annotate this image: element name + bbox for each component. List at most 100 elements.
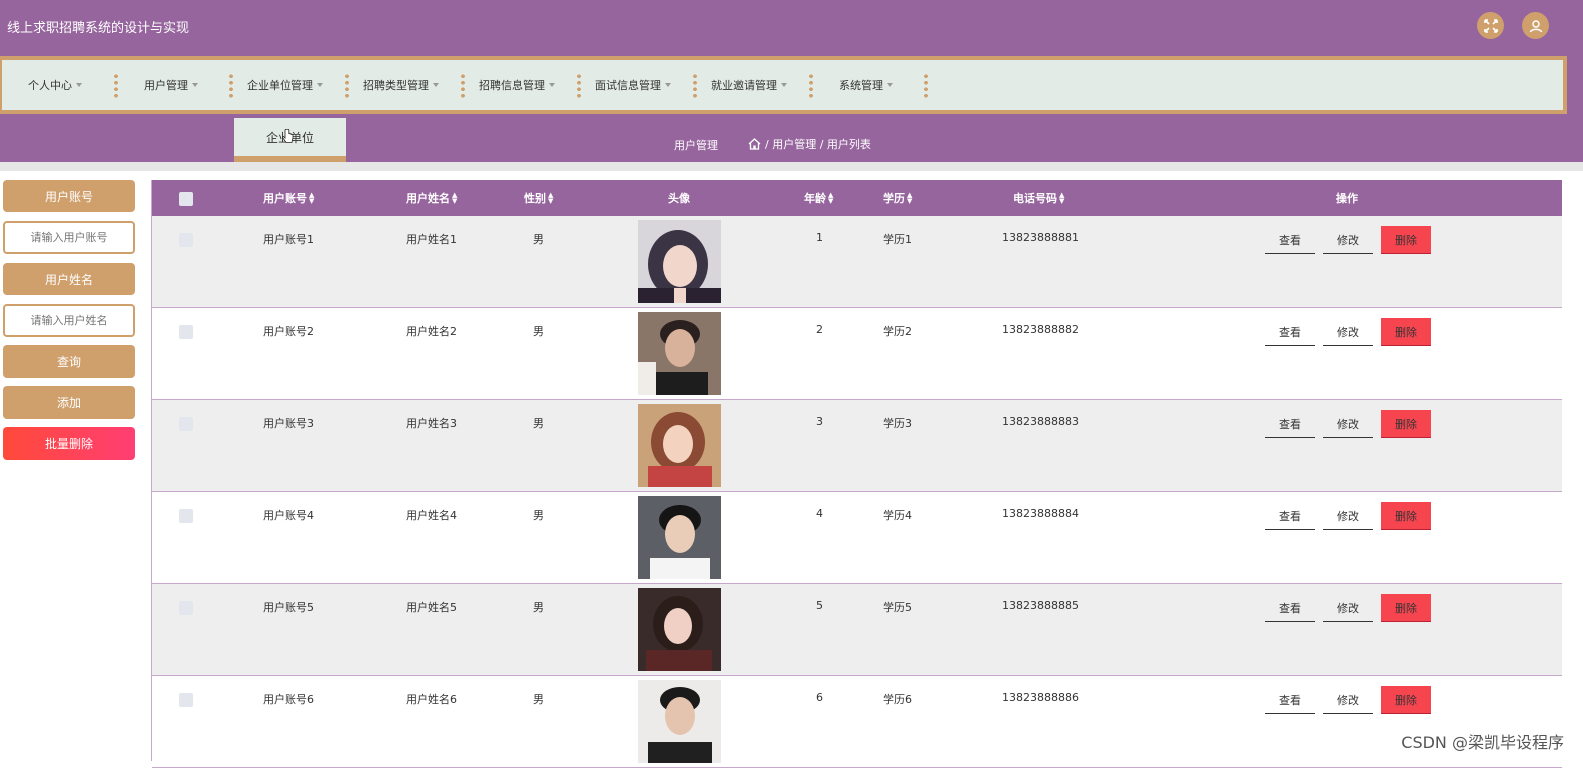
row-checkbox[interactable]: [179, 601, 193, 615]
view-button[interactable]: 查看: [1265, 502, 1315, 530]
fullscreen-icon[interactable]: [1477, 12, 1504, 39]
edit-button[interactable]: 修改: [1323, 226, 1373, 254]
cell-phone: 13823888885: [1002, 599, 1079, 612]
batch-delete-button[interactable]: 批量删除: [3, 427, 135, 460]
nav-item-interview-management[interactable]: 面试信息管理: [595, 60, 671, 110]
table-row: 用户账号3 用户姓名3 男 3 学历3 13823888883 查看 修改 删除: [152, 400, 1562, 492]
cell-age: 4: [816, 507, 823, 520]
cell-age: 6: [816, 691, 823, 704]
table-row: 用户账号4 用户姓名4 男 4 学历4 13823888884 查看 修改 删除: [152, 492, 1562, 584]
cell-account: 用户账号2: [263, 323, 314, 339]
cell-gender: 男: [533, 231, 544, 247]
page-title: 用户管理: [674, 137, 718, 153]
nav-item-personal-center[interactable]: 个人中心: [28, 60, 82, 110]
delete-button[interactable]: 删除: [1381, 686, 1431, 714]
cell-phone: 13823888884: [1002, 507, 1079, 520]
cell-name: 用户姓名5: [406, 599, 457, 615]
top-header: 线上求职招聘系统的设计与实现: [0, 0, 1583, 52]
nav-divider: [345, 73, 349, 99]
nav-item-employment-invitation-management[interactable]: 就业邀请管理: [711, 60, 787, 110]
edit-button[interactable]: 修改: [1323, 318, 1373, 346]
header-phone[interactable]: 电话号码▲▼: [1013, 180, 1064, 216]
tab-company[interactable]: 企业单位: [234, 118, 346, 162]
cell-name: 用户姓名1: [406, 231, 457, 247]
search-button[interactable]: 查询: [3, 345, 135, 378]
table-row: 用户账号5 用户姓名5 男 5 学历5 13823888885 查看 修改 删除: [152, 584, 1562, 676]
cell-education: 学历5: [883, 599, 912, 615]
account-label: 用户账号: [3, 180, 135, 212]
avatar: [638, 220, 721, 303]
hand-cursor-icon: [282, 129, 294, 145]
cell-education: 学历4: [883, 507, 912, 523]
user-icon[interactable]: [1522, 12, 1549, 39]
cell-age: 1: [816, 231, 823, 244]
view-button[interactable]: 查看: [1265, 686, 1315, 714]
breadcrumb-text: / 用户管理 / 用户列表: [765, 136, 871, 152]
cell-gender: 男: [533, 691, 544, 707]
nav-item-job-type-management[interactable]: 招聘类型管理: [363, 60, 439, 110]
view-button[interactable]: 查看: [1265, 226, 1315, 254]
header-age[interactable]: 年龄▲▼: [804, 180, 833, 216]
add-button[interactable]: 添加: [3, 386, 135, 419]
cell-gender: 男: [533, 323, 544, 339]
edit-button[interactable]: 修改: [1323, 502, 1373, 530]
cell-gender: 男: [533, 507, 544, 523]
edit-button[interactable]: 修改: [1323, 686, 1373, 714]
nav-item-system-management[interactable]: 系统管理: [839, 60, 893, 110]
delete-button[interactable]: 删除: [1381, 318, 1431, 346]
delete-button[interactable]: 删除: [1381, 594, 1431, 622]
row-checkbox[interactable]: [179, 417, 193, 431]
cell-phone: 13823888882: [1002, 323, 1079, 336]
header-gender[interactable]: 性别▲▼: [524, 180, 553, 216]
app-title: 线上求职招聘系统的设计与实现: [7, 17, 189, 36]
nav-item-job-info-management[interactable]: 招聘信息管理: [479, 60, 555, 110]
cell-account: 用户账号6: [263, 691, 314, 707]
row-checkbox[interactable]: [179, 693, 193, 707]
name-search-input[interactable]: [3, 304, 135, 337]
cell-age: 2: [816, 323, 823, 336]
sort-icon: ▲▼: [452, 192, 457, 204]
cell-name: 用户姓名3: [406, 415, 457, 431]
cell-phone: 13823888886: [1002, 691, 1079, 704]
row-checkbox[interactable]: [179, 509, 193, 523]
view-button[interactable]: 查看: [1265, 318, 1315, 346]
cell-phone: 13823888881: [1002, 231, 1079, 244]
sort-icon: ▲▼: [309, 192, 314, 204]
header-avatar: 头像: [668, 180, 690, 216]
watermark: CSDN @梁凯毕设程序: [1397, 729, 1568, 753]
nav-divider: [924, 73, 928, 99]
nav-item-user-management[interactable]: 用户管理: [144, 60, 198, 110]
cell-education: 学历3: [883, 415, 912, 431]
cell-gender: 男: [533, 415, 544, 431]
cell-education: 学历1: [883, 231, 912, 247]
view-button[interactable]: 查看: [1265, 410, 1315, 438]
account-search-input[interactable]: [3, 221, 135, 254]
chevron-down-icon: [76, 83, 82, 87]
sort-icon: ▲▼: [828, 192, 833, 204]
sort-icon: ▲▼: [907, 192, 912, 204]
edit-button[interactable]: 修改: [1323, 594, 1373, 622]
delete-button[interactable]: 删除: [1381, 410, 1431, 438]
row-checkbox[interactable]: [179, 325, 193, 339]
view-button[interactable]: 查看: [1265, 594, 1315, 622]
header-actions: 操作: [1336, 180, 1358, 216]
header-account[interactable]: 用户账号▲▼: [263, 180, 314, 216]
avatar: [638, 588, 721, 671]
delete-button[interactable]: 删除: [1381, 226, 1431, 254]
nav-divider: [693, 73, 697, 99]
row-checkbox[interactable]: [179, 233, 193, 247]
delete-button[interactable]: 删除: [1381, 502, 1431, 530]
home-icon[interactable]: [748, 138, 761, 150]
header-education[interactable]: 学历▲▼: [883, 180, 912, 216]
nav-inner: 个人中心 用户管理 企业单位管理 招聘类型管理 招聘信息管理 面试信息管理 就业…: [0, 56, 1567, 114]
edit-button[interactable]: 修改: [1323, 410, 1373, 438]
select-all-checkbox[interactable]: [179, 192, 193, 206]
cell-gender: 男: [533, 599, 544, 615]
name-label: 用户姓名: [3, 263, 135, 295]
nav-item-company-management[interactable]: 企业单位管理: [247, 60, 323, 110]
chevron-down-icon: [192, 83, 198, 87]
cell-account: 用户账号3: [263, 415, 314, 431]
header-name[interactable]: 用户姓名▲▼: [406, 180, 457, 216]
sort-icon: ▲▼: [1059, 192, 1064, 204]
cell-account: 用户账号5: [263, 599, 314, 615]
